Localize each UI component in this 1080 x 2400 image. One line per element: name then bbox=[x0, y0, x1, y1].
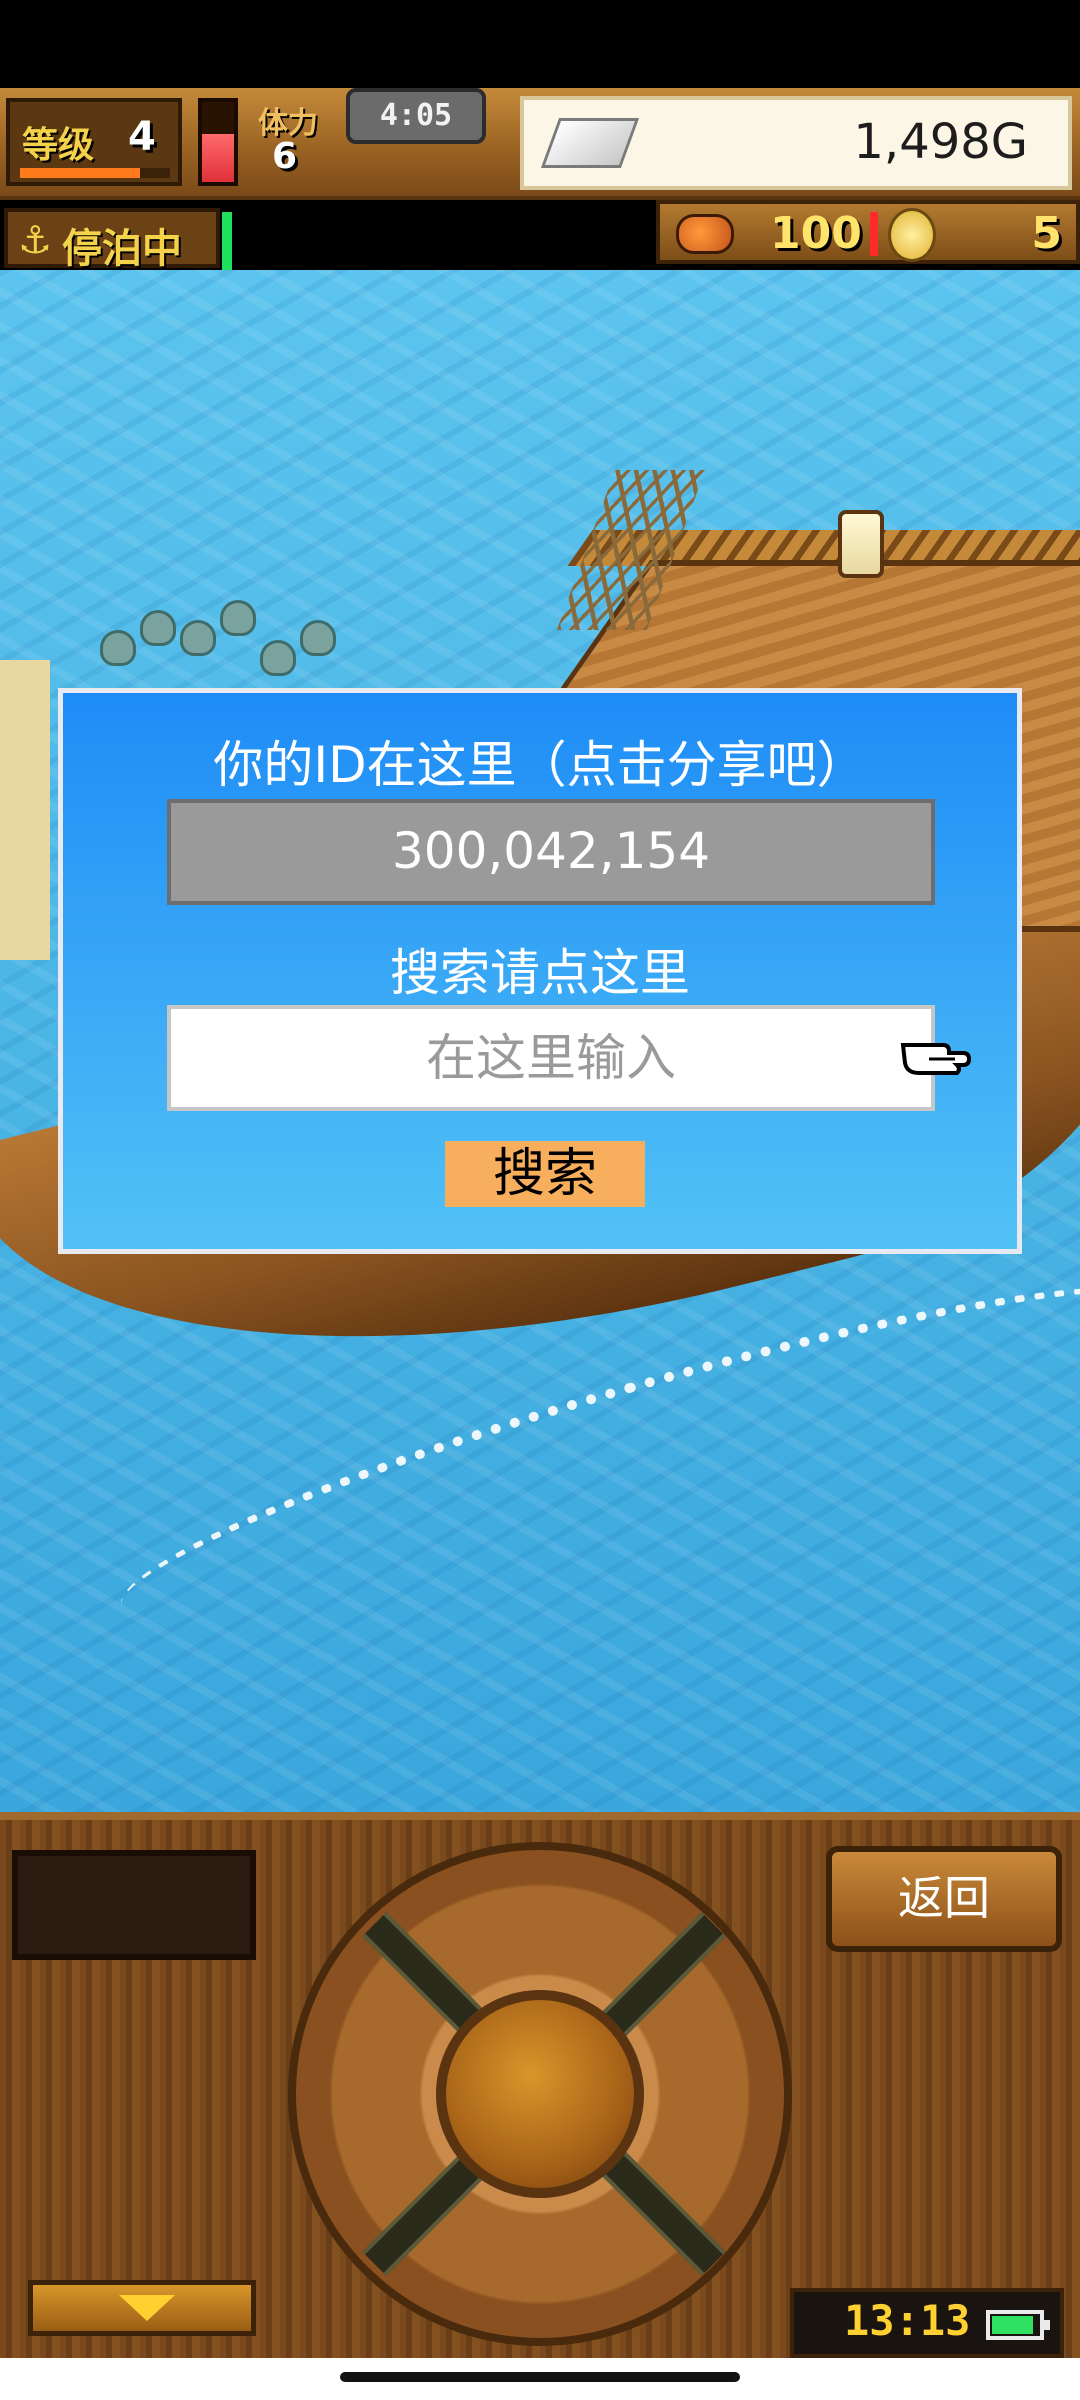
resource-bar: 100 5 bbox=[656, 200, 1080, 264]
clock-box: 13:13 bbox=[790, 2288, 1064, 2358]
back-button[interactable]: 返回 bbox=[826, 1846, 1062, 1952]
system-nav-bar bbox=[0, 2358, 1080, 2400]
pointing-hand-icon bbox=[900, 1043, 972, 1075]
id-search-dialog: 你的ID在这里（点击分享吧） 300,042,154 搜索请点这里 搜索 bbox=[58, 688, 1022, 1254]
stamina-value: 6 bbox=[272, 136, 298, 177]
directional-wheel[interactable] bbox=[288, 1842, 792, 2346]
level-value: 4 bbox=[128, 114, 156, 160]
food-value: 100 bbox=[770, 208, 862, 259]
rock bbox=[300, 620, 336, 656]
status-indicator bbox=[222, 212, 232, 270]
game-screen: 等级 4 体力 6 4:05 1,498G ⚓ 停泊中 100 5 你的ID在这… bbox=[0, 0, 1080, 2400]
battery-fill bbox=[992, 2316, 1033, 2334]
rock bbox=[140, 610, 176, 646]
search-label: 搜索请点这里 bbox=[390, 944, 690, 1002]
anchor-icon: ⚓ bbox=[18, 218, 53, 262]
level-progress-fill bbox=[20, 168, 140, 178]
search-button[interactable]: 搜索 bbox=[445, 1141, 645, 1207]
rocks bbox=[100, 600, 336, 680]
rock bbox=[100, 630, 136, 666]
wheel-center-button[interactable] bbox=[436, 1990, 644, 2198]
rock bbox=[180, 620, 216, 656]
search-input[interactable] bbox=[167, 1005, 935, 1111]
down-arrow-icon bbox=[119, 2295, 175, 2321]
silver-ingot-icon bbox=[540, 118, 640, 168]
gold-panel: 1,498G bbox=[520, 96, 1072, 190]
gold-value: 1,498G bbox=[853, 114, 1028, 170]
level-label: 等级 bbox=[22, 125, 95, 166]
battery-tip bbox=[1044, 2320, 1050, 2330]
top-hud: 等级 4 体力 6 4:05 1,498G bbox=[0, 88, 1080, 200]
home-indicator[interactable] bbox=[340, 2372, 740, 2382]
user-id-share-button[interactable]: 300,042,154 bbox=[167, 799, 935, 905]
battery-icon bbox=[986, 2310, 1050, 2340]
stamina-timer: 4:05 bbox=[346, 88, 486, 144]
panel-screen bbox=[12, 1850, 256, 1960]
control-panel: 返回 13:13 bbox=[0, 1812, 1080, 2366]
level-progress-bar bbox=[20, 168, 170, 178]
anchor-status: ⚓ 停泊中 bbox=[4, 208, 220, 272]
anchor-status-label: 停泊中 bbox=[62, 226, 182, 272]
clock-time: 13:13 bbox=[844, 2296, 971, 2345]
lantern-icon bbox=[838, 510, 884, 578]
level-box: 等级 4 bbox=[6, 98, 182, 186]
top-status-area bbox=[0, 0, 1080, 88]
meat-icon bbox=[676, 214, 734, 254]
expand-down-button[interactable] bbox=[28, 2280, 256, 2336]
stamina-gauge bbox=[198, 98, 238, 186]
rock bbox=[260, 640, 296, 676]
coin-icon bbox=[888, 208, 936, 262]
resource-divider bbox=[870, 212, 878, 256]
coin-value: 5 bbox=[1031, 208, 1062, 259]
sand-shore bbox=[0, 660, 50, 960]
rock bbox=[220, 600, 256, 636]
dialog-title: 你的ID在这里（点击分享吧） bbox=[213, 736, 867, 794]
stamina-gauge-fill bbox=[202, 134, 234, 182]
